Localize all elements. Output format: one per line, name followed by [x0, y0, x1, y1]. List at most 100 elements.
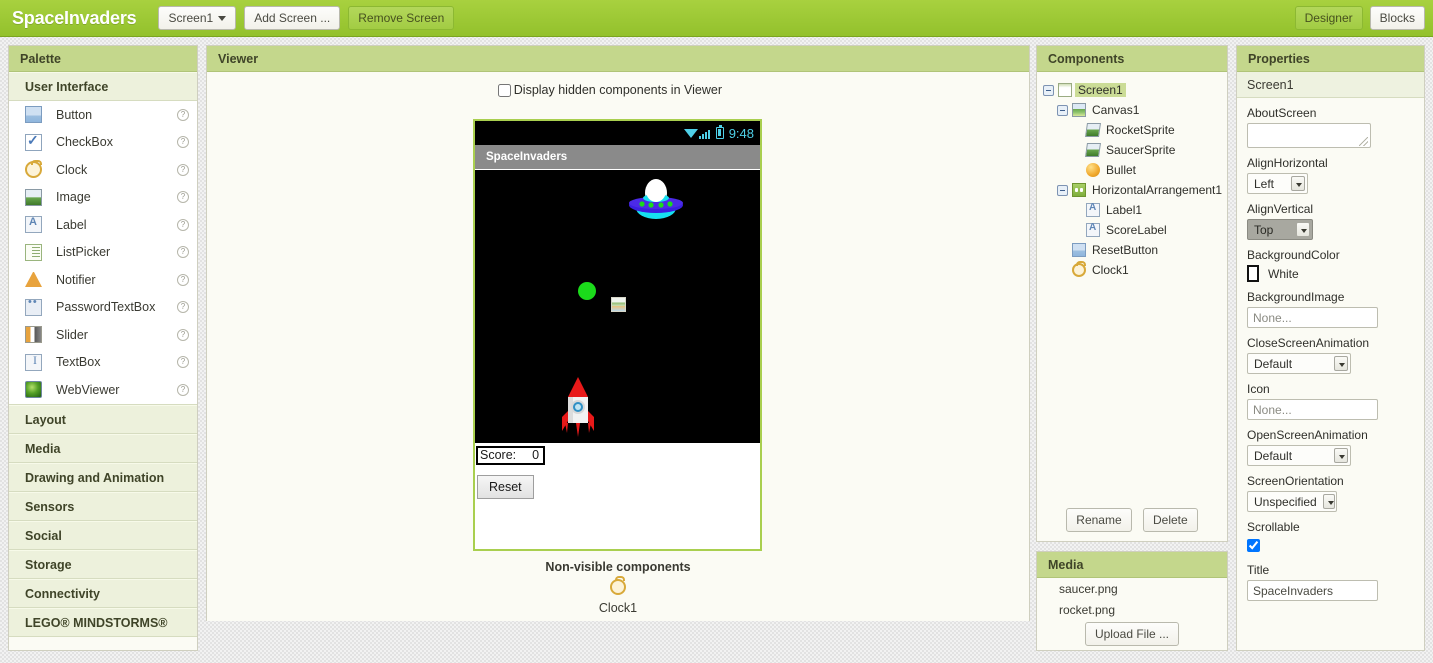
remove-screen-button[interactable]: Remove Screen	[348, 6, 455, 30]
palette-item-checkbox[interactable]: CheckBox?	[9, 129, 197, 157]
palette-section-lego-mindstorms[interactable]: LEGO® MINDSTORMS®	[9, 607, 197, 637]
chevron-down-icon[interactable]	[1291, 176, 1305, 191]
property-name-aboutscreen: AboutScreen	[1247, 106, 1317, 120]
backgroundimage-input[interactable]	[1247, 307, 1378, 328]
tree-item-rocketsprite[interactable]: RocketSprite	[1043, 120, 1227, 140]
add-screen-button[interactable]: Add Screen ...	[244, 6, 341, 30]
expander-toggle[interactable]	[1057, 184, 1068, 196]
palette-section-social[interactable]: Social	[9, 520, 197, 550]
tree-item-horizontalarrangement1[interactable]: HorizontalArrangement1	[1043, 180, 1227, 200]
closescreenanimation-select[interactable]: Default	[1247, 353, 1351, 374]
scrollable-checkbox[interactable]	[1247, 539, 1260, 552]
reset-button-preview[interactable]: Reset	[477, 475, 534, 499]
media-file-rocket[interactable]: rocket.png	[1037, 599, 1227, 620]
help-icon[interactable]: ?	[177, 163, 189, 176]
property-name-backgroundimage: BackgroundImage	[1247, 290, 1345, 304]
saucer-sprite[interactable]	[627, 178, 685, 224]
palette-item-passwordtextbox[interactable]: PasswordTextBox?	[9, 294, 197, 322]
palette-item-textbox[interactable]: TextBox?	[9, 349, 197, 377]
expander-toggle[interactable]	[1043, 84, 1054, 96]
palette-section-connectivity[interactable]: Connectivity	[9, 578, 197, 608]
tree-item-scorelabel[interactable]: ScoreLabel	[1043, 220, 1227, 240]
palette-item-webviewer[interactable]: WebViewer?	[9, 376, 197, 404]
alignvertical-select[interactable]: Top	[1247, 219, 1313, 240]
title-input[interactable]	[1247, 580, 1378, 601]
help-icon[interactable]: ?	[177, 246, 189, 259]
battery-icon	[715, 125, 724, 139]
palette-item-label: CheckBox	[56, 135, 113, 150]
palette-section-user-interface[interactable]: User Interface	[9, 72, 197, 101]
openscreenanimation-select[interactable]: Default	[1247, 445, 1351, 466]
designer-tab-button[interactable]: Designer	[1294, 6, 1363, 30]
help-icon[interactable]: ?	[177, 191, 189, 204]
property-name-openscreenanimation: OpenScreenAnimation	[1247, 428, 1368, 442]
delete-button[interactable]: Delete	[1143, 508, 1198, 532]
chevron-down-icon[interactable]	[1334, 448, 1348, 463]
palette-item-label: PasswordTextBox	[56, 300, 156, 315]
blocks-tab-button[interactable]: Blocks	[1369, 6, 1425, 30]
notifier-icon	[25, 272, 42, 288]
display-hidden-components-toggle[interactable]: Display hidden components in Viewer	[497, 83, 722, 97]
palette-item-listpicker[interactable]: ListPicker?	[9, 239, 197, 267]
palette-item-button[interactable]: Button?	[9, 101, 197, 129]
backgroundcolor-picker[interactable]: White	[1247, 265, 1414, 282]
property-name-scrollable: Scrollable	[1247, 520, 1300, 534]
palette-section-drawing-and-animation[interactable]: Drawing and Animation	[9, 462, 197, 492]
help-icon[interactable]: ?	[177, 328, 189, 341]
help-icon[interactable]: ?	[177, 356, 189, 369]
horizontal-arrangement1-preview[interactable]: Score: 0	[476, 446, 546, 465]
screenorientation-select[interactable]: Unspecified	[1247, 491, 1337, 512]
canvas1-preview[interactable]	[475, 170, 760, 443]
help-icon[interactable]: ?	[177, 108, 189, 121]
property-name-screenorientation: ScreenOrientation	[1247, 474, 1344, 488]
palette-item-notifier[interactable]: Notifier?	[9, 266, 197, 294]
palette-item-clock[interactable]: Clock?	[9, 156, 197, 184]
tree-item-label: Bullet	[1106, 163, 1137, 177]
rocket-sprite[interactable]	[557, 377, 599, 439]
screen-selector-button[interactable]: Screen1	[158, 6, 237, 30]
palette-item-list: Button? CheckBox? Clock? Image? Label? L…	[9, 101, 197, 405]
property-name-alignvertical: AlignVertical	[1247, 202, 1314, 216]
chevron-down-icon[interactable]	[1334, 356, 1348, 371]
aboutscreen-textarea[interactable]	[1247, 123, 1371, 148]
palette-section-media[interactable]: Media	[9, 433, 197, 463]
help-icon[interactable]: ?	[177, 301, 189, 314]
palette-section-layout[interactable]: Layout	[9, 404, 197, 434]
tree-item-canvas1[interactable]: Canvas1	[1043, 100, 1227, 120]
expander-toggle[interactable]	[1057, 104, 1068, 116]
media-file-saucer[interactable]: saucer.png	[1037, 578, 1227, 599]
chevron-down-icon[interactable]	[1322, 494, 1335, 509]
help-icon[interactable]: ?	[177, 383, 189, 396]
icon-input[interactable]	[1247, 399, 1378, 420]
tree-item-saucersprite[interactable]: SaucerSprite	[1043, 140, 1227, 160]
button-icon	[25, 106, 42, 124]
tree-item-screen1[interactable]: Screen1	[1043, 80, 1227, 100]
palette-item-slider[interactable]: Slider?	[9, 321, 197, 349]
non-visible-component-label: Clock1	[598, 601, 638, 615]
view-toggle-group: Designer Blocks	[1288, 6, 1425, 30]
viewer-title: Viewer	[207, 46, 1029, 72]
non-visible-component-clock1[interactable]: Clock1	[207, 576, 1029, 615]
sprite-placeholder-icon[interactable]	[611, 297, 626, 312]
tree-item-clock1[interactable]: Clock1	[1043, 260, 1227, 280]
help-icon[interactable]: ?	[177, 136, 189, 149]
palette-item-label: WebViewer	[56, 382, 120, 397]
palette-item-label[interactable]: Label?	[9, 211, 197, 239]
tree-item-bullet[interactable]: Bullet	[1043, 160, 1227, 180]
help-icon[interactable]: ?	[177, 273, 189, 286]
chevron-down-icon[interactable]	[1296, 222, 1310, 237]
help-icon[interactable]: ?	[177, 218, 189, 231]
tree-item-resetbutton[interactable]: ResetButton	[1043, 240, 1227, 260]
tree-item-label: Canvas1	[1092, 103, 1140, 117]
phone-preview: 9:48 SpaceInvaders Score: 0 Reset	[473, 119, 762, 551]
alignhorizontal-select[interactable]: Left	[1247, 173, 1308, 194]
display-hidden-components-checkbox[interactable]	[497, 83, 511, 97]
rename-button[interactable]: Rename	[1066, 508, 1132, 532]
palette-section-storage[interactable]: Storage	[9, 549, 197, 579]
bullet-sprite[interactable]	[578, 282, 596, 300]
upload-file-button[interactable]: Upload File ...	[1084, 622, 1180, 646]
palette-section-sensors[interactable]: Sensors	[9, 491, 197, 521]
palette-item-image[interactable]: Image?	[9, 184, 197, 212]
tree-item-label1[interactable]: Label1	[1043, 200, 1227, 220]
color-swatch[interactable]	[1247, 265, 1259, 282]
